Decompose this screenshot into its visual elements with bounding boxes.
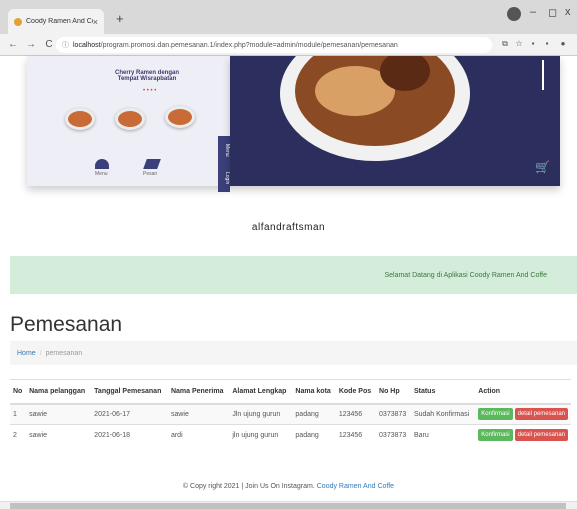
column-header: Nama pelanggan <box>26 379 92 405</box>
breadcrumb: Home / pemesanan <box>10 341 577 365</box>
column-header: Action <box>475 379 571 405</box>
cell-action: Konfirmasi detail pemesanan <box>475 424 571 446</box>
cell-status: Sudah Konfirmasi <box>410 403 476 425</box>
column-header: Status <box>410 379 476 405</box>
column-header: No Hp <box>376 379 411 405</box>
cell-hp: 0373873 <box>376 403 411 425</box>
back-button[interactable]: ← <box>8 39 18 50</box>
cell-penerima: ardi <box>167 424 230 446</box>
cell-kota: padang <box>292 424 336 446</box>
column-header: Nama kota <box>292 379 336 405</box>
cell-kodepos: 123456 <box>335 424 377 446</box>
cell-alamat: Jln ujung gurun <box>229 403 293 425</box>
new-tab-button[interactable]: + <box>116 11 124 26</box>
detail-pemesanan-button[interactable]: detail pemesanan <box>514 429 568 442</box>
bookmark-star-icon[interactable]: ☆ <box>514 39 524 49</box>
cell-alamat: jln ujung gurun <box>229 424 293 446</box>
mini-label: Pesan <box>143 171 158 177</box>
mini-label: Menu <box>95 171 108 177</box>
table-row: 1 sawie 2021-06-17 sawie Jln ujung gurun… <box>10 403 571 425</box>
translate-icon[interactable]: ⧉ <box>500 39 510 49</box>
browser-tab-bar: Coody Ramen And Coffe × + – ◻ x <box>0 0 577 34</box>
side-tab: Menu <box>218 136 230 164</box>
column-header: Tanggal Pemesanan <box>91 379 168 405</box>
cell-kodepos: 123456 <box>335 403 377 425</box>
account-icon[interactable]: ● <box>558 39 568 49</box>
table-header-row: No Nama pelanggan Tanggal Pemesanan Nama… <box>10 379 571 405</box>
cell-tanggal: 2021-06-17 <box>91 403 168 425</box>
cart-icon: 🛒 <box>535 160 550 174</box>
order-icon <box>143 159 161 169</box>
cell-hp: 0373873 <box>376 424 411 446</box>
column-header: Alamat Lengkap <box>229 379 293 405</box>
breadcrumb-separator: / <box>39 349 42 357</box>
cell-tanggal: 2021-06-18 <box>91 424 168 446</box>
konfirmasi-button[interactable]: Konfirmasi <box>478 408 513 421</box>
breadcrumb-home-link[interactable]: Home <box>17 350 36 357</box>
hero-food-photo: 🛒 <box>230 56 560 186</box>
url-path: /program.promosi.dan.pemesanan.1/index.p… <box>100 41 398 49</box>
url-input[interactable]: ⓘ localhost /program.promosi.dan.pemesan… <box>56 37 492 53</box>
footer-text: © Copy right 2021 | Join Us On Instagram <box>182 483 313 490</box>
url-host: localhost <box>73 41 101 49</box>
profile-icon[interactable] <box>507 7 521 21</box>
favicon-icon <box>14 17 22 26</box>
konfirmasi-button[interactable]: Konfirmasi <box>478 429 513 442</box>
address-bar-row: ← → C ⓘ localhost /program.promosi.dan.p… <box>0 34 577 56</box>
dish-image <box>165 106 195 128</box>
hero-app-preview: Cherry Ramen dengan Tempat Wisrapbatan •… <box>27 56 230 192</box>
cell-action: Konfirmasi detail pemesanan <box>475 403 571 425</box>
footer: © Copy right 2021 | Join Us On Instagram… <box>182 483 395 490</box>
column-header: Nama Penerima <box>167 379 230 405</box>
info-icon: ⓘ <box>62 42 69 49</box>
cell-kota: padang <box>292 403 336 425</box>
cell-penerima: sawie <box>167 403 230 425</box>
carousel-dots: • • • • <box>143 88 157 94</box>
minimize-button[interactable]: – <box>530 6 536 18</box>
preview-scrollbar <box>542 60 544 90</box>
column-header: Kode Pos <box>335 379 377 405</box>
cell-no: 1 <box>10 403 27 425</box>
dish-image <box>65 108 95 130</box>
footer-instagram-link[interactable]: Coody Ramen And Coffe <box>317 483 394 490</box>
breadcrumb-current: pemesanan <box>45 349 83 357</box>
welcome-alert: Selamat Datang di Aplikasi Coody Ramen A… <box>10 256 577 294</box>
page-title: Pemesanan <box>10 313 123 336</box>
extension-icon-2[interactable]: ▪ <box>542 39 552 49</box>
column-header: No <box>10 379 27 405</box>
detail-pemesanan-button[interactable]: detail pemesanan <box>514 408 568 421</box>
window-close-button[interactable]: x <box>565 6 571 18</box>
horizontal-scrollbar[interactable] <box>0 501 577 509</box>
forward-button[interactable]: → <box>26 39 36 50</box>
tab-close-icon[interactable]: × <box>93 17 98 27</box>
brand-name: alfandraftsman <box>251 222 326 233</box>
side-tab: Login <box>218 164 230 192</box>
orders-table: No Nama pelanggan Tanggal Pemesanan Nama… <box>10 379 571 446</box>
home-icon <box>95 159 109 169</box>
cell-status: Baru <box>410 424 476 446</box>
reload-button[interactable]: C <box>44 39 54 50</box>
maximize-button[interactable]: ◻ <box>548 6 557 19</box>
browser-tab[interactable]: Coody Ramen And Coffe × <box>8 9 104 34</box>
tab-title: Coody Ramen And Coffe <box>26 18 93 25</box>
extension-icon[interactable]: ▪ <box>528 39 538 49</box>
table-row: 2 sawie 2021-06-18 ardi jln ujung gurun … <box>10 424 571 446</box>
welcome-text: Selamat Datang di Aplikasi Coody Ramen A… <box>384 271 547 279</box>
cell-pelanggan: sawie <box>26 403 92 425</box>
cell-no: 2 <box>10 424 27 446</box>
dish-image <box>115 108 145 130</box>
cell-pelanggan: sawie <box>26 424 92 446</box>
hero-caption: Cherry Ramen dengan Tempat Wisrapbatan <box>114 70 180 82</box>
scrollbar-thumb[interactable] <box>10 503 566 509</box>
hero-banner: Cherry Ramen dengan Tempat Wisrapbatan •… <box>0 56 577 192</box>
